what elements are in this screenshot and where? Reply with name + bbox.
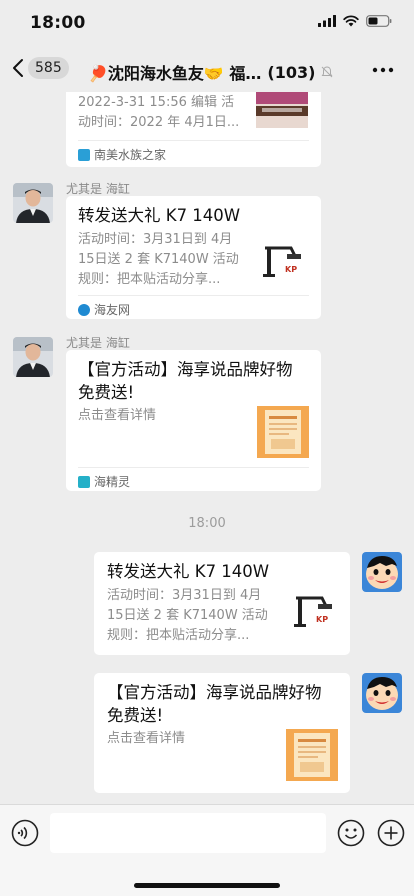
unread-count-badge: 585 xyxy=(28,57,69,79)
card-source: 南美水族之家 xyxy=(78,146,166,163)
link-card-top[interactable]: 2022-3-31 15:56 编辑 活 动时间：2022 年 4月1日... … xyxy=(66,92,321,167)
plus-icon xyxy=(377,819,405,847)
source-name: 海精灵 xyxy=(94,475,131,489)
emoji-icon xyxy=(337,819,365,847)
back-icon xyxy=(13,59,23,77)
card-desc-line: 规则：把本贴活动分享... xyxy=(107,628,250,643)
card-desc-line: 15日送 2 套 K7140W 活动 xyxy=(107,608,268,623)
card-title: 转发送大礼 K7 140W xyxy=(78,206,241,225)
card-thumbnail xyxy=(256,92,308,128)
card-title: 【官方活动】海享说品牌好物 xyxy=(78,360,293,379)
status-bar: 18:00 xyxy=(0,0,414,48)
card-desc-line: 规则：把本贴活动分享... xyxy=(78,272,221,287)
source-logo-icon xyxy=(78,475,90,488)
card-desc: 点击查看详情 xyxy=(78,408,157,423)
signal-icon xyxy=(318,15,336,27)
source-logo-icon xyxy=(78,148,90,161)
home-indicator xyxy=(134,883,280,888)
voice-icon xyxy=(11,819,39,847)
mute-icon xyxy=(322,66,333,78)
status-icons xyxy=(318,15,392,27)
emoji-button[interactable] xyxy=(337,819,365,851)
voice-button[interactable] xyxy=(11,819,39,851)
card-source: 海友网 xyxy=(78,301,130,318)
card-desc-line: 15日送 2 套 K7140W 活动 xyxy=(78,252,239,267)
member-count: (103) xyxy=(267,62,316,82)
card-thumbnail xyxy=(286,729,338,781)
card-desc: 点击查看详情 xyxy=(107,731,186,746)
card-thumbnail: KP xyxy=(288,588,340,640)
chat-title[interactable]: 🏓沈阳海水鱼友🤝 福… (103) xyxy=(88,60,358,84)
sender-name: 尤其是 海缸 xyxy=(66,182,130,196)
link-card[interactable]: 转发送大礼 K7 140W 活动时间：3月31日到 4月 15日送 2 套 K7… xyxy=(66,196,321,319)
link-card[interactable]: 转发送大礼 K7 140W 活动时间：3月31日到 4月 15日送 2 套 K7… xyxy=(94,552,350,655)
card-source: 海精灵 xyxy=(78,473,130,490)
source-logo-icon xyxy=(78,303,90,316)
card-desc-line: 2022-3-31 15:56 编辑 活 xyxy=(78,95,235,110)
link-card[interactable]: 【官方活动】海享说品牌好物 免费送! 点击查看详情 xyxy=(94,673,350,793)
svg-text:KP: KP xyxy=(316,615,328,624)
input-bar xyxy=(0,804,414,896)
card-divider xyxy=(78,295,309,296)
message-input[interactable] xyxy=(50,813,326,853)
svg-text:KP: KP xyxy=(285,265,297,274)
link-card[interactable]: 【官方活动】海享说品牌好物 免费送! 点击查看详情 海精灵 xyxy=(66,350,321,491)
timestamp: 18:00 xyxy=(188,516,226,531)
card-title: 【官方活动】海享说品牌好物 xyxy=(107,683,322,702)
avatar[interactable] xyxy=(13,183,53,223)
status-time: 18:00 xyxy=(30,13,86,33)
self-avatar[interactable] xyxy=(362,673,402,713)
card-thumbnail xyxy=(257,406,309,458)
nav-bar: 585 🏓沈阳海水鱼友🤝 福… (103) xyxy=(0,48,414,92)
card-title: 转发送大礼 K7 140W xyxy=(107,562,270,581)
card-divider xyxy=(78,140,309,141)
source-name: 南美水族之家 xyxy=(94,148,167,162)
card-thumbnail: KP xyxy=(257,238,309,290)
source-name: 海友网 xyxy=(94,303,131,317)
card-title: 免费送! xyxy=(107,706,164,725)
card-desc-line: 活动时间：3月31日到 4月 xyxy=(78,232,233,247)
more-icon xyxy=(372,67,394,73)
message-list[interactable]: 2022-3-31 15:56 编辑 活 动时间：2022 年 4月1日... … xyxy=(0,92,414,804)
battery-icon xyxy=(366,15,392,27)
avatar[interactable] xyxy=(13,337,53,377)
wifi-icon xyxy=(343,15,359,27)
group-name: 🏓沈阳海水鱼友🤝 福… xyxy=(88,64,262,83)
more-button[interactable] xyxy=(372,60,394,84)
card-divider xyxy=(78,467,309,468)
card-title: 免费送! xyxy=(78,383,135,402)
back-button[interactable]: 585 xyxy=(12,57,69,79)
card-desc-line: 活动时间：3月31日到 4月 xyxy=(107,588,262,603)
self-avatar[interactable] xyxy=(362,552,402,592)
plus-button[interactable] xyxy=(377,819,405,851)
sender-name: 尤其是 海缸 xyxy=(66,336,130,350)
card-desc-line: 动时间：2022 年 4月1日... xyxy=(78,115,240,130)
